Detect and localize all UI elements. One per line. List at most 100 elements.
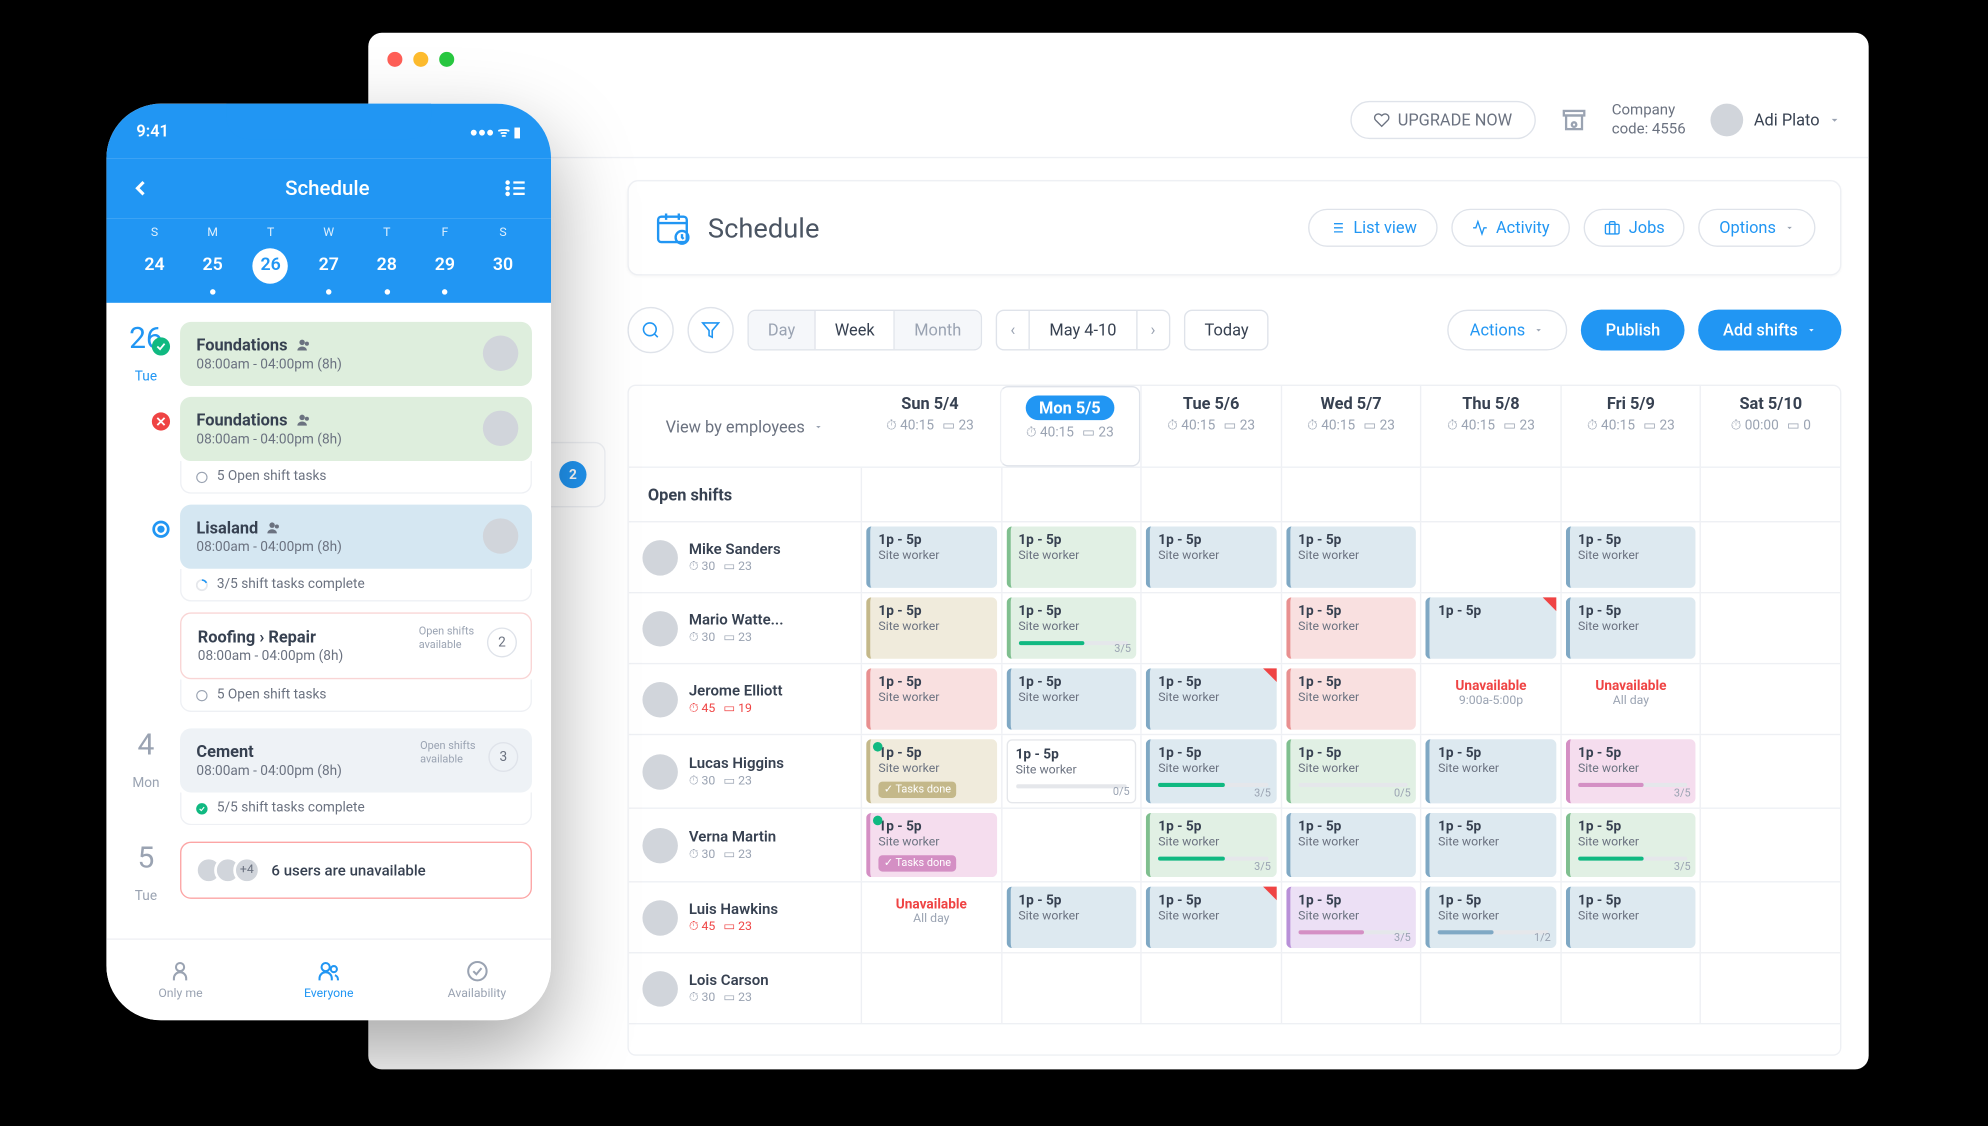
day-header[interactable]: Wed 5/7⏱ 40:15▭ 23 <box>1280 386 1420 466</box>
shift-cell[interactable]: 1p - 5pSite worker3/5 <box>1560 809 1700 881</box>
empty-cell[interactable] <box>1280 954 1420 1024</box>
employee-cell[interactable]: Mike Sanders⏱ 30▭ 23 <box>629 522 861 592</box>
empty-cell[interactable] <box>1700 522 1840 592</box>
shift-cell[interactable]: 1p - 5pSite worker <box>1560 593 1700 663</box>
max-dot[interactable] <box>439 52 454 67</box>
shift-cell[interactable]: 1p - 5pSite worker <box>1280 664 1420 734</box>
shift-cell[interactable]: 1p - 5pSite worker3/5 <box>1001 593 1141 663</box>
empty-cell[interactable] <box>1560 954 1700 1024</box>
shift-cell[interactable]: 1p - 5p <box>1420 593 1560 663</box>
shift-cell[interactable]: 1p - 5pSite worker <box>1280 593 1420 663</box>
day-header[interactable]: Sat 5/10⏱ 00:00▭ 0 <box>1700 386 1840 466</box>
empty-cell[interactable] <box>1420 522 1560 592</box>
shift-cell[interactable]: 1p - 5pSite worker0/5 <box>1001 735 1141 807</box>
date-range[interactable]: May 4-10 <box>1029 311 1137 349</box>
shift-cell[interactable]: 1p - 5pSite worker <box>1280 809 1420 881</box>
shift-cell[interactable]: 1p - 5pSite worker <box>861 664 1001 734</box>
list-view-button[interactable]: List view <box>1308 209 1437 247</box>
week-day[interactable]: M25 <box>184 226 242 283</box>
shift-cell[interactable]: 1p - 5pSite worker <box>1001 522 1141 592</box>
shift-cell[interactable]: 1p - 5pSite worker <box>1141 883 1281 953</box>
shift-cell[interactable]: 1p - 5pSite worker <box>1001 883 1141 953</box>
empty-cell[interactable] <box>1700 664 1840 734</box>
publish-button[interactable]: Publish <box>1581 310 1685 351</box>
shift-cell[interactable]: 1p - 5pSite worker3/5 <box>1560 735 1700 807</box>
empty-cell[interactable] <box>861 954 1001 1024</box>
employee-cell[interactable]: Luis Hawkins⏱ 45▭ 23 <box>629 883 861 953</box>
week-day[interactable]: F29 <box>416 226 474 283</box>
employee-cell[interactable]: Lucas Higgins⏱ 30▭ 23 <box>629 735 861 807</box>
archive-icon[interactable] <box>1560 106 1587 133</box>
back-icon[interactable] <box>128 176 153 201</box>
day-header[interactable]: Thu 5/8⏱ 40:15▭ 23 <box>1420 386 1560 466</box>
shift-cell[interactable]: 1p - 5pSite worker <box>861 522 1001 592</box>
shift-cell[interactable]: 1p - 5pSite worker <box>1420 735 1560 807</box>
shift-cell[interactable]: 1p - 5pSite worker0/5 <box>1280 735 1420 807</box>
shift-cell[interactable]: 1p - 5pSite worker <box>1560 522 1700 592</box>
upgrade-button[interactable]: UPGRADE NOW <box>1350 100 1535 138</box>
shift-card[interactable]: Foundations 08:00am - 04:00pm (8h) <box>180 322 532 386</box>
unavailable-card[interactable]: +4 6 users are unavailable <box>180 842 532 899</box>
filter-button[interactable] <box>687 307 733 353</box>
empty-cell[interactable] <box>1700 809 1840 881</box>
shift-cell[interactable]: 1p - 5pSite worker✓ Tasks done <box>861 809 1001 881</box>
shift-cell[interactable]: 1p - 5pSite worker1/2 <box>1420 883 1560 953</box>
seg-month[interactable]: Month <box>895 311 980 349</box>
chevron-down-icon[interactable] <box>1828 113 1842 127</box>
user-avatar[interactable] <box>1710 103 1743 136</box>
employee-cell[interactable]: Jerome Elliott⏱ 45▭ 19 <box>629 664 861 734</box>
seg-week[interactable]: Week <box>814 311 895 349</box>
week-day[interactable]: S30 <box>474 226 532 283</box>
week-day[interactable]: T28 <box>358 226 416 283</box>
seg-day[interactable]: Day <box>749 311 814 349</box>
activity-button[interactable]: Activity <box>1451 209 1570 247</box>
day-header[interactable]: Tue 5/6⏱ 40:15▭ 23 <box>1141 386 1281 466</box>
add-shifts-button[interactable]: Add shifts <box>1698 310 1841 351</box>
options-button[interactable]: Options <box>1699 209 1816 247</box>
empty-cell[interactable] <box>1001 954 1141 1024</box>
shift-cell[interactable]: 1p - 5pSite worker <box>861 593 1001 663</box>
shift-cell[interactable]: 1p - 5pSite worker✓ Tasks done <box>861 735 1001 807</box>
employee-cell[interactable]: Lois Carson⏱ 30▭ 23 <box>629 954 861 1024</box>
shift-card[interactable]: Cement 08:00am - 04:00pm (8h)Open shifts… <box>180 728 532 792</box>
empty-cell[interactable] <box>1700 883 1840 953</box>
next-button[interactable]: › <box>1137 311 1169 349</box>
employee-cell[interactable]: Verna Martin⏱ 30▭ 23 <box>629 809 861 881</box>
shift-card[interactable]: Lisaland 08:00am - 04:00pm (8h) <box>180 505 532 569</box>
shift-card[interactable]: Roofing › Repair 08:00am - 04:00pm (8h)O… <box>180 612 532 679</box>
shift-cell[interactable]: 1p - 5pSite worker <box>1560 883 1700 953</box>
employee-cell[interactable]: Mario Watte...⏱ 30▭ 23 <box>629 593 861 663</box>
shift-cell[interactable]: 1p - 5pSite worker3/5 <box>1280 883 1420 953</box>
day-header[interactable]: Sun 5/4⏱ 40:15▭ 23 <box>861 386 1000 466</box>
empty-cell[interactable] <box>1141 954 1281 1024</box>
shift-cell[interactable]: 1p - 5pSite worker <box>1141 522 1281 592</box>
day-header[interactable]: Mon 5/5⏱ 40:15▭ 23 <box>999 386 1140 466</box>
view-by-dropdown[interactable]: View by employees <box>629 386 861 466</box>
week-day[interactable]: S24 <box>125 226 183 283</box>
week-day[interactable]: T26 <box>242 226 300 283</box>
empty-cell[interactable] <box>1141 593 1281 663</box>
empty-cell[interactable] <box>1700 735 1840 807</box>
unavailable-cell[interactable]: Unavailable9:00a-5:00p <box>1420 664 1560 734</box>
phone-tab[interactable]: Only me <box>106 940 254 1020</box>
shift-cell[interactable]: 1p - 5pSite worker <box>1420 809 1560 881</box>
list-icon[interactable] <box>502 175 529 202</box>
unavailable-cell[interactable]: UnavailableAll day <box>861 883 1001 953</box>
shift-card[interactable]: Foundations 08:00am - 04:00pm (8h) <box>180 397 532 461</box>
shift-cell[interactable]: 1p - 5pSite worker <box>1001 664 1141 734</box>
empty-cell[interactable] <box>1700 954 1840 1024</box>
unavailable-cell[interactable]: UnavailableAll day <box>1560 664 1700 734</box>
empty-cell[interactable] <box>1700 593 1840 663</box>
empty-cell[interactable] <box>1420 954 1560 1024</box>
shift-cell[interactable]: 1p - 5pSite worker <box>1141 664 1281 734</box>
week-day[interactable]: W27 <box>300 226 358 283</box>
shift-cell[interactable]: 1p - 5pSite worker3/5 <box>1141 735 1281 807</box>
actions-button[interactable]: Actions <box>1447 310 1568 351</box>
day-header[interactable]: Fri 5/9⏱ 40:15▭ 23 <box>1560 386 1700 466</box>
prev-button[interactable]: ‹ <box>997 311 1029 349</box>
phone-tab[interactable]: Availability <box>403 940 551 1020</box>
shift-cell[interactable]: 1p - 5pSite worker3/5 <box>1141 809 1281 881</box>
shift-cell[interactable]: 1p - 5pSite worker <box>1280 522 1420 592</box>
phone-tab[interactable]: Everyone <box>255 940 403 1020</box>
jobs-button[interactable]: Jobs <box>1584 209 1685 247</box>
